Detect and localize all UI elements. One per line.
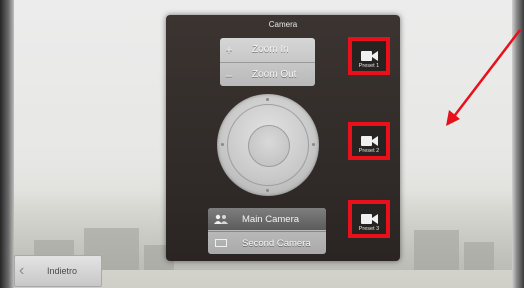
minus-icon: –: [225, 67, 233, 82]
second-camera-button[interactable]: Second Camera: [208, 232, 326, 254]
zoom-out-label: Zoom Out: [252, 69, 297, 80]
screen-icon: [208, 238, 234, 248]
panel-title: Camera: [268, 20, 298, 29]
dpad-left-dot[interactable]: [221, 143, 224, 146]
zoom-in-button[interactable]: + Zoom In: [220, 38, 315, 61]
people-icon: [208, 214, 234, 224]
dpad-down-dot[interactable]: [266, 189, 269, 192]
zoom-out-button[interactable]: – Zoom Out: [220, 63, 315, 86]
camera-select-group: Main Camera Second Camera: [208, 208, 326, 254]
zoom-in-label: Zoom In: [252, 44, 289, 55]
preset-1-label: Preset 1: [358, 63, 380, 69]
pan-tilt-dpad[interactable]: [217, 94, 319, 196]
dpad-up-dot[interactable]: [266, 98, 269, 101]
second-camera-label: Second Camera: [242, 237, 311, 249]
preset-3-label: Preset 3: [358, 226, 380, 232]
plus-icon: +: [225, 42, 233, 57]
preset-2-label: Preset 2: [358, 148, 380, 154]
back-arrow-icon: ‹: [19, 262, 25, 279]
screen-bezel-right: [512, 0, 524, 288]
preset-1-button[interactable]: Preset 1: [348, 37, 390, 75]
main-camera-button[interactable]: Main Camera: [208, 208, 326, 230]
main-camera-label: Main Camera: [242, 213, 300, 225]
screen-bezel-left: [0, 0, 14, 288]
back-button[interactable]: ‹ Indietro: [14, 255, 102, 287]
back-label: Indietro: [47, 266, 78, 276]
preset-3-button[interactable]: Preset 3: [348, 200, 390, 238]
dpad-right-dot[interactable]: [312, 143, 315, 146]
dpad-center-button[interactable]: [248, 125, 290, 167]
zoom-button-group: + Zoom In – Zoom Out: [220, 38, 315, 86]
preset-2-button[interactable]: Preset 2: [348, 122, 390, 160]
camera-control-panel: Camera + Zoom In – Zoom Out Main Camera …: [166, 15, 400, 261]
